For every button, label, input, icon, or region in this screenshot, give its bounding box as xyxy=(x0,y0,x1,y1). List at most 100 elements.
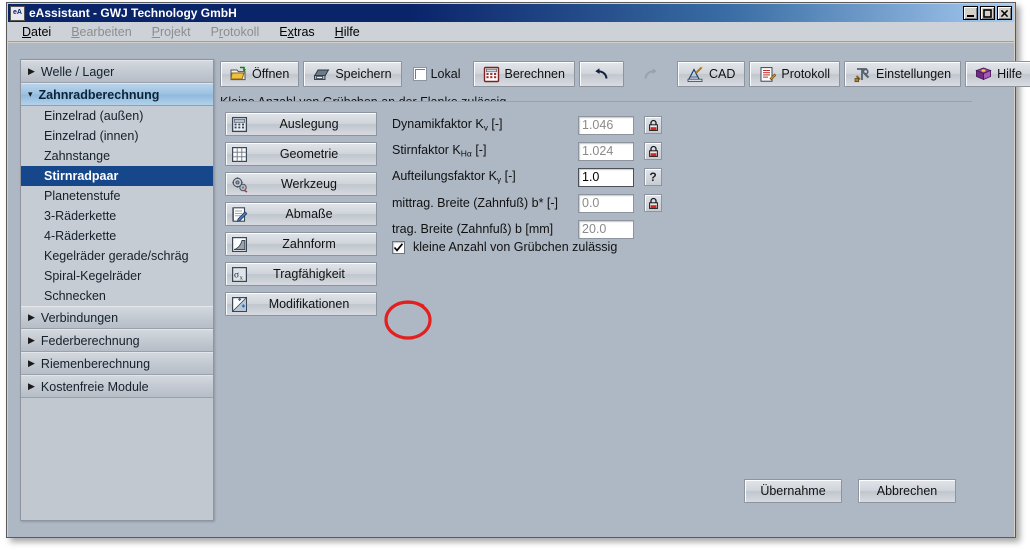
save-button-label: Speichern xyxy=(335,67,392,81)
field-row-trag-breite: trag. Breite (Zahnfuß) b [mm] 20.0 xyxy=(392,216,862,242)
sidebar-item-einzelrad-aussen[interactable]: Einzelrad (außen) xyxy=(21,106,213,126)
checkbox-box-icon xyxy=(413,68,426,80)
lokal-checkbox[interactable]: Lokal xyxy=(406,61,469,87)
menu-item-bearbeiten[interactable]: Bearbeiten xyxy=(71,25,131,39)
help-button-aufteilungsfaktor[interactable]: ? xyxy=(644,168,662,186)
einstellungen-button[interactable]: Einstellungen xyxy=(844,61,962,87)
dynamikfaktor-input[interactable]: 1.046 xyxy=(578,115,634,135)
tab-werkzeug[interactable]: Werkzeug xyxy=(225,172,377,196)
hilfe-button[interactable]: Hilfe xyxy=(965,61,1030,87)
tab-label: Tragfähigkeit xyxy=(273,267,345,281)
notepad-pencil-icon xyxy=(232,207,248,222)
gruebchen-checkbox[interactable] xyxy=(392,240,405,254)
tab-label: Auslegung xyxy=(279,117,339,131)
tab-label: Werkzeug xyxy=(280,177,338,191)
protokoll-button-label: Protokoll xyxy=(781,67,831,81)
sidebar-item-einzelrad-innen[interactable]: Einzelrad (innen) xyxy=(21,126,213,146)
sidebar-empty-space xyxy=(21,398,213,520)
sidebar-group-kostenfreie-module[interactable]: ▶ Kostenfreie Module xyxy=(21,375,213,398)
sidebar-item-planetenstufe[interactable]: Planetenstufe xyxy=(21,186,213,206)
tooth-profile-icon xyxy=(232,237,248,253)
sidebar-item-spiral-kegelraeder[interactable]: Spiral-Kegelräder xyxy=(21,266,213,286)
open-button[interactable]: Öffnen xyxy=(220,61,300,87)
lock-icon xyxy=(648,119,658,131)
title-bar: eA eAssistant - GWJ Technology GmbH xyxy=(8,4,1014,22)
menu-item-extras[interactable]: Extras xyxy=(279,25,314,39)
sidebar-item-schnecken[interactable]: Schnecken xyxy=(21,286,213,306)
main-panel: Öffnen Speichern Lokal Berechnen CAD Pro… xyxy=(220,43,1030,537)
menu-item-protokoll[interactable]: Protokoll xyxy=(211,25,260,39)
berechnen-button[interactable]: Berechnen xyxy=(472,61,575,87)
help-book-icon xyxy=(975,67,992,80)
sidebar-group-zahnradberechnung[interactable]: ▾ Zahnradberechnung xyxy=(21,83,213,106)
sidebar-item-kegelraeder[interactable]: Kegelräder gerade/schräg xyxy=(21,246,213,266)
sidebar-item-label: Einzelrad (außen) xyxy=(44,109,144,123)
cad-button[interactable]: CAD xyxy=(676,61,746,87)
redo-button[interactable] xyxy=(628,61,673,87)
protokoll-button[interactable]: Protokoll xyxy=(749,61,841,87)
sidebar-item-label: Kegelräder gerade/schräg xyxy=(44,249,189,263)
tab-zahnform[interactable]: Zahnform xyxy=(225,232,377,256)
berechnen-button-label: Berechnen xyxy=(504,67,565,81)
tab-label: Geometrie xyxy=(279,147,339,161)
sidebar-item-stirnradpaar[interactable]: Stirnradpaar xyxy=(21,166,213,186)
checkmark-icon xyxy=(393,242,404,252)
lock-button-stirnfaktor[interactable] xyxy=(644,142,662,160)
toolbar: Öffnen Speichern Lokal Berechnen CAD Pro… xyxy=(220,59,1030,89)
sidebar-item-label: 3-Räderkette xyxy=(44,209,117,223)
window-title: eAssistant - GWJ Technology GmbH xyxy=(29,6,237,20)
stirnfaktor-input[interactable]: 1.024 xyxy=(578,141,634,161)
field-label-text: Dynamikfaktor K xyxy=(392,117,484,132)
sidebar-group-verbindungen[interactable]: ▶ Verbindungen xyxy=(21,306,213,329)
lock-button-mittrag-breite[interactable] xyxy=(644,194,662,212)
sidebar-group-federberechnung[interactable]: ▶ Federberechnung xyxy=(21,329,213,352)
undo-arrow-icon xyxy=(595,67,608,79)
close-button[interactable] xyxy=(997,6,1012,20)
gears-icon xyxy=(232,177,248,193)
svg-text:σ: σ xyxy=(234,271,239,281)
sidebar-group-label: Zahnradberechnung xyxy=(38,87,160,102)
abbrechen-button[interactable]: Abbrechen xyxy=(858,479,956,503)
save-button[interactable]: Speichern xyxy=(303,61,402,87)
menu-item-datei[interactable]: Datei xyxy=(22,25,51,39)
field-label: Dynamikfaktor Kv [-] xyxy=(392,117,578,132)
gruebchen-checkbox-row[interactable]: kleine Anzahl von Grübchen zulässig xyxy=(392,240,617,254)
lock-icon xyxy=(648,145,658,157)
open-folder-icon xyxy=(230,66,247,80)
sidebar-item-zahnstange[interactable]: Zahnstange xyxy=(21,146,213,166)
tab-tragfaehigkeit[interactable]: σ x Tragfähigkeit xyxy=(225,262,377,286)
sidebar-group-label: Verbindungen xyxy=(40,310,119,325)
field-row-dynamikfaktor: Dynamikfaktor Kv [-] 1.046 xyxy=(392,112,862,138)
trag-breite-input[interactable]: 20.0 xyxy=(578,219,634,239)
menu-item-projekt[interactable]: Projekt xyxy=(152,25,191,39)
aufteilungsfaktor-input[interactable]: 1.0 xyxy=(578,167,634,187)
parameter-fields: Dynamikfaktor Kv [-] 1.046 Stirnfaktor K… xyxy=(392,112,862,242)
hilfe-button-label: Hilfe xyxy=(997,67,1023,81)
tab-label: Abmaße xyxy=(285,207,333,221)
sidebar-item-4-raederkette[interactable]: 4-Räderkette xyxy=(21,226,213,246)
tab-abmasse[interactable]: Abmaße xyxy=(225,202,377,226)
sidebar-navigation: ▶ Welle / Lager ▾ Zahnradberechnung Einz… xyxy=(20,59,214,521)
tab-modifikationen[interactable]: Modifikationen xyxy=(225,292,377,316)
sidebar-item-label: Einzelrad (innen) xyxy=(44,129,139,143)
maximize-button[interactable] xyxy=(980,6,995,20)
field-label-text: mittrag. Breite (Zahnfuß) b* [-] xyxy=(392,196,559,210)
lock-button-dynamikfaktor[interactable] xyxy=(644,116,662,134)
uebernahme-button[interactable]: Übernahme xyxy=(744,479,842,503)
mittrag-breite-input[interactable]: 0.0 xyxy=(578,193,634,213)
field-row-mittrag-breite: mittrag. Breite (Zahnfuß) b* [-] 0.0 xyxy=(392,190,862,216)
minimize-button[interactable] xyxy=(963,6,978,20)
menu-item-hilfe[interactable]: Hilfe xyxy=(335,25,360,39)
sidebar-group-welle-lager[interactable]: ▶ Welle / Lager xyxy=(21,60,213,83)
tab-geometrie[interactable]: Geometrie xyxy=(225,142,377,166)
chevron-right-icon: ▶ xyxy=(28,381,35,391)
tab-auslegung[interactable]: Auslegung xyxy=(225,112,377,136)
field-label: Aufteilungsfaktor Kγ [-] xyxy=(392,169,578,184)
sidebar-item-3-raederkette[interactable]: 3-Räderkette xyxy=(21,206,213,226)
sidebar-group-riemenberechnung[interactable]: ▶ Riemenberechnung xyxy=(21,352,213,375)
field-label: trag. Breite (Zahnfuß) b [mm] xyxy=(392,222,578,236)
undo-button[interactable] xyxy=(578,61,624,87)
content-area: ▶ Welle / Lager ▾ Zahnradberechnung Einz… xyxy=(8,43,1030,537)
chevron-down-icon: ▾ xyxy=(28,89,33,99)
sidebar-item-label: Schnecken xyxy=(44,289,106,303)
